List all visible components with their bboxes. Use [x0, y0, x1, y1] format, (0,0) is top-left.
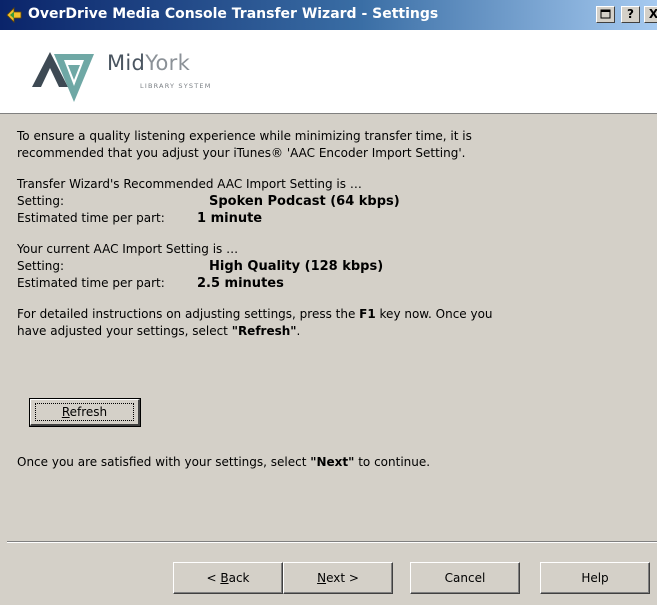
intro-text: To ensure a quality listening experience… — [17, 128, 647, 162]
current-time-value: 2.5 minutes — [197, 276, 284, 291]
settings-content: To ensure a quality listening experience… — [17, 128, 647, 354]
focus-rect: Refresh — [35, 403, 134, 421]
instructions-text: For detailed instructions on adjusting s… — [17, 307, 493, 338]
recommended-time-label: Estimated time per part: — [17, 211, 165, 225]
help-title-button[interactable]: ? — [621, 6, 640, 23]
intro-line-1: To ensure a quality listening experience… — [17, 129, 472, 143]
help-button[interactable]: Help — [540, 562, 650, 594]
header-panel: MidYork LIBRARY SYSTEM — [0, 30, 657, 114]
recommended-section: Transfer Wizard's Recommended AAC Import… — [17, 176, 647, 227]
current-time-label: Estimated time per part: — [17, 276, 165, 290]
refresh-quote: "Refresh" — [231, 324, 297, 338]
recommended-heading: Transfer Wizard's Recommended AAC Import… — [17, 177, 362, 191]
close-button[interactable]: X — [644, 6, 657, 23]
logo-wordmark: MidYork — [107, 51, 190, 75]
recommended-time-value: 1 minute — [197, 211, 263, 226]
mid-york-logo-icon — [32, 52, 94, 102]
restore-icon — [600, 9, 611, 19]
title-bar[interactable]: OverDrive Media Console Transfer Wizard … — [0, 0, 657, 30]
satisfied-text: Once you are satisfied with your setting… — [17, 455, 431, 469]
current-setting-label: Setting: — [17, 259, 65, 273]
next-quote: "Next" — [310, 455, 355, 469]
logo-subtitle: LIBRARY SYSTEM — [140, 82, 212, 90]
cancel-button[interactable]: Cancel — [410, 562, 520, 594]
current-setting-value: High Quality (128 kbps) — [209, 259, 384, 274]
button-separator — [7, 541, 657, 543]
refresh-button[interactable]: Refresh — [29, 398, 141, 427]
current-section: Your current AAC Import Setting is … Set… — [17, 241, 647, 292]
f1-key-label: F1 — [359, 307, 376, 321]
back-button[interactable]: < Back — [173, 562, 283, 594]
restore-button[interactable] — [596, 6, 615, 23]
current-heading: Your current AAC Import Setting is … — [17, 242, 239, 256]
recommended-setting-value: Spoken Podcast (64 kbps) — [209, 194, 400, 209]
window-title: OverDrive Media Console Transfer Wizard … — [28, 6, 439, 22]
overdrive-app-icon — [6, 7, 22, 23]
logo-york-text: York — [145, 51, 191, 75]
intro-line-2: recommended that you adjust your iTunes®… — [17, 146, 466, 160]
next-button[interactable]: Next > — [283, 562, 393, 594]
settings-dialog: OverDrive Media Console Transfer Wizard … — [0, 0, 657, 605]
logo-mid-text: Mid — [107, 51, 146, 75]
recommended-setting-label: Setting: — [17, 194, 65, 208]
